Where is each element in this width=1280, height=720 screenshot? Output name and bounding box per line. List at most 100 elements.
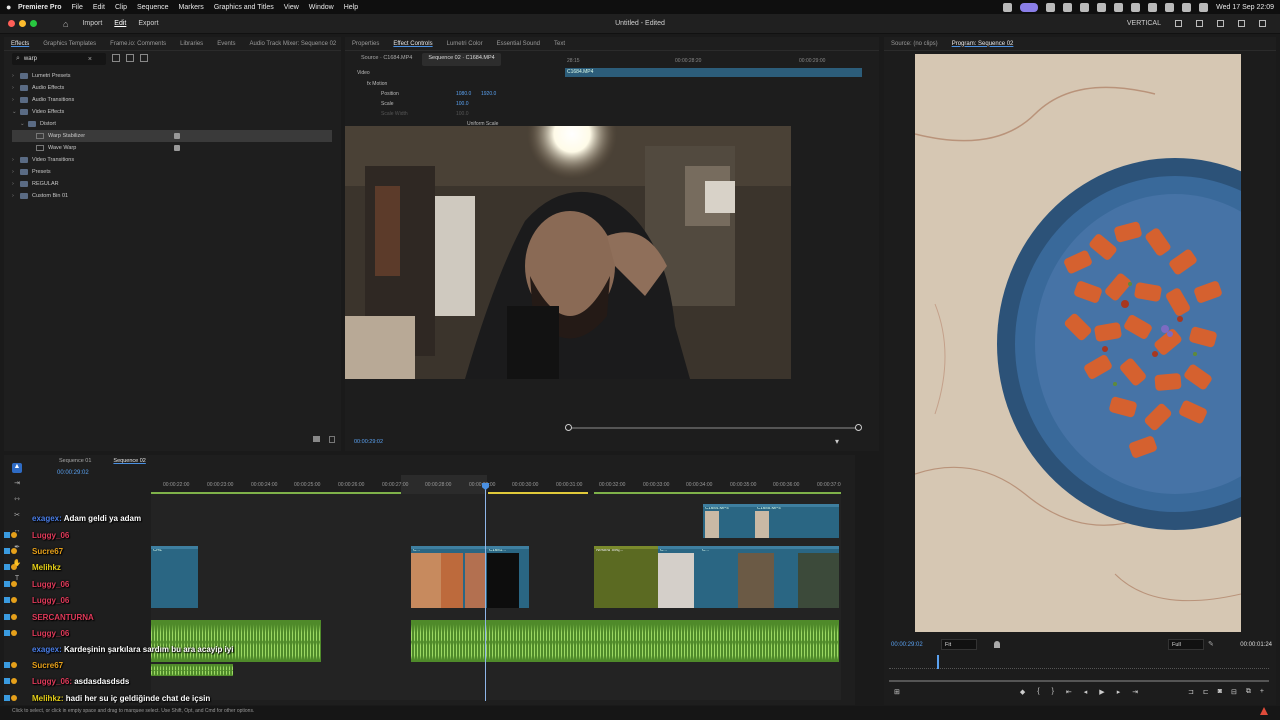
track-select-tool-icon[interactable]: ⇥ (12, 479, 22, 489)
menu-markers[interactable]: Markers (179, 4, 204, 11)
ripple-edit-tool-icon[interactable]: ⇿ (12, 495, 22, 505)
tree-item-audio-effects[interactable]: › Audio Effects (12, 82, 332, 94)
proxy-toggle-icon[interactable]: ⧉ (1246, 688, 1251, 700)
tab-properties[interactable]: Properties (345, 41, 386, 47)
tree-item-video-transitions[interactable]: › Video Transitions (12, 154, 332, 166)
clear-search-icon[interactable]: × (88, 56, 92, 63)
export-frame-icon[interactable]: ◙ (1218, 688, 1222, 700)
battery-icon[interactable] (1148, 2, 1158, 12)
tab-essential-sound[interactable]: Essential Sound (490, 41, 547, 47)
accelerated-effects-icon[interactable] (112, 54, 120, 62)
scrollbar-end-handle[interactable] (855, 424, 862, 431)
status-icon[interactable] (1080, 2, 1090, 12)
clip-v2[interactable]: C1684.MP4 C1685.MP4 (703, 504, 839, 538)
clock[interactable]: Wed 17 Sep 22:09 (1216, 4, 1274, 11)
scale-value[interactable]: 100.0 (456, 101, 469, 107)
tree-item-audio-transitions[interactable]: › Audio Transitions (12, 94, 332, 106)
settings-icon[interactable]: ⊞ (894, 688, 900, 700)
tree-item-warp-stabilizer[interactable]: Warp Stabilizer (12, 130, 332, 142)
nav-edit[interactable]: Edit (114, 20, 126, 27)
accessibility-icon[interactable] (1020, 2, 1039, 12)
timeline-ruler[interactable]: 00:00:22:00 00:00:23:00 00:00:24:00 00:0… (151, 482, 841, 492)
bluetooth-icon[interactable] (1131, 2, 1141, 12)
menu-file[interactable]: File (72, 4, 83, 11)
tab-sequence-01[interactable]: Sequence 01 (51, 458, 99, 464)
tab-lumetri-color[interactable]: Lumetri Color (440, 41, 490, 47)
play-icon[interactable]: ▶ (1099, 688, 1104, 700)
tab-source-monitor[interactable]: Source: (no clips) (884, 41, 945, 47)
apple-icon[interactable]: ● (6, 2, 18, 12)
chevron-down-icon[interactable]: ⌄ (20, 121, 28, 127)
zoom-window-button[interactable] (30, 20, 37, 27)
mark-in-icon[interactable]: { (1037, 688, 1039, 700)
minimize-window-button[interactable] (19, 20, 26, 27)
chevron-right-icon[interactable]: › (12, 181, 20, 187)
program-timecode[interactable]: 00:00:29:02 (891, 642, 923, 648)
clip-v1[interactable]: C... C... (658, 546, 839, 608)
position-x-value[interactable]: 1080.0 (456, 91, 471, 97)
selection-tool-icon[interactable]: ▲ (12, 463, 22, 473)
effect-controls-zoom-scrollbar[interactable] (565, 427, 859, 429)
go-to-in-icon[interactable]: ⇤ (1066, 688, 1072, 700)
effect-controls-timecode[interactable]: 00:00:29:02 (354, 439, 383, 445)
quick-export-icon[interactable] (1196, 20, 1203, 27)
new-bin-icon[interactable] (313, 436, 320, 442)
tab-frameio-comments[interactable]: Frame.io: Comments (103, 41, 173, 47)
status-icon[interactable] (1063, 2, 1073, 12)
menu-view[interactable]: View (284, 4, 299, 11)
menu-graphics[interactable]: Graphics and Titles (214, 4, 274, 11)
volume-icon[interactable] (1114, 2, 1124, 12)
menu-edit[interactable]: Edit (93, 4, 105, 11)
nav-import[interactable]: Import (82, 20, 102, 27)
close-window-button[interactable] (8, 20, 15, 27)
go-to-out-icon[interactable]: ⇥ (1132, 688, 1138, 700)
program-time-ruler[interactable] (889, 661, 1269, 669)
yuv-effects-icon[interactable] (140, 54, 148, 62)
chevron-right-icon[interactable]: › (12, 97, 20, 103)
clip-v1[interactable]: C... C1681... (411, 546, 529, 608)
control-center-icon[interactable] (1199, 2, 1209, 12)
status-icon[interactable] (1097, 2, 1107, 12)
lift-icon[interactable]: ⊐ (1188, 688, 1194, 700)
audio-clip[interactable] (411, 620, 839, 662)
status-icon[interactable] (1003, 2, 1013, 12)
tree-item-distort[interactable]: ⌄ Distort (12, 118, 332, 130)
tab-libraries[interactable]: Libraries (173, 41, 210, 47)
timeline-playhead[interactable] (485, 483, 486, 701)
menu-sequence[interactable]: Sequence (137, 4, 169, 11)
32bit-effects-icon[interactable] (126, 54, 134, 62)
nested-sequence-clip[interactable]: Nested Seq... (594, 546, 658, 608)
share-icon[interactable] (1217, 20, 1224, 27)
progress-icon[interactable] (1238, 20, 1245, 27)
nav-export[interactable]: Export (138, 20, 158, 27)
chevron-right-icon[interactable]: › (12, 85, 20, 91)
app-menu[interactable]: Premiere Pro (18, 4, 62, 11)
tree-item-presets[interactable]: › Presets (12, 166, 332, 178)
program-zoom-scrollbar[interactable] (889, 680, 1269, 682)
filter-icon[interactable]: ▾ (835, 437, 839, 446)
step-forward-icon[interactable]: ▸ (1117, 688, 1121, 700)
compare-view-icon[interactable]: ⊟ (1231, 688, 1237, 700)
chevron-down-icon[interactable]: ⌄ (12, 109, 20, 115)
wifi-icon[interactable] (1165, 2, 1175, 12)
extract-icon[interactable]: ⊏ (1203, 688, 1209, 700)
wrench-icon[interactable]: ✎ (1208, 640, 1214, 648)
tab-effects[interactable]: Effects (4, 41, 36, 47)
add-button-icon[interactable]: + (1260, 688, 1264, 700)
program-playhead[interactable] (937, 655, 939, 669)
zoom-fit-select[interactable]: Fit (941, 639, 977, 650)
delete-icon[interactable] (329, 436, 335, 443)
chevron-right-icon[interactable]: › (12, 157, 20, 163)
effect-controls-clip-bar[interactable]: C1684.MP4 (565, 68, 862, 77)
tree-item-video-effects[interactable]: ⌄ Video Effects (12, 106, 332, 118)
tree-item-regular[interactable]: › REGULAR (12, 178, 332, 190)
sequence-clip-tab[interactable]: Sequence 02 · C1684.MP4 (422, 53, 501, 66)
warning-icon[interactable] (1260, 707, 1268, 715)
workspaces-icon[interactable] (1175, 20, 1182, 27)
menu-help[interactable]: Help (344, 4, 358, 11)
effects-search[interactable]: ⌕ × (12, 53, 106, 65)
tree-item-custom-bin[interactable]: › Custom Bin 01 (12, 190, 332, 202)
add-marker-icon[interactable]: ◆ (1020, 688, 1025, 700)
program-video-frame[interactable] (915, 54, 1241, 632)
home-icon[interactable]: ⌂ (63, 19, 68, 29)
